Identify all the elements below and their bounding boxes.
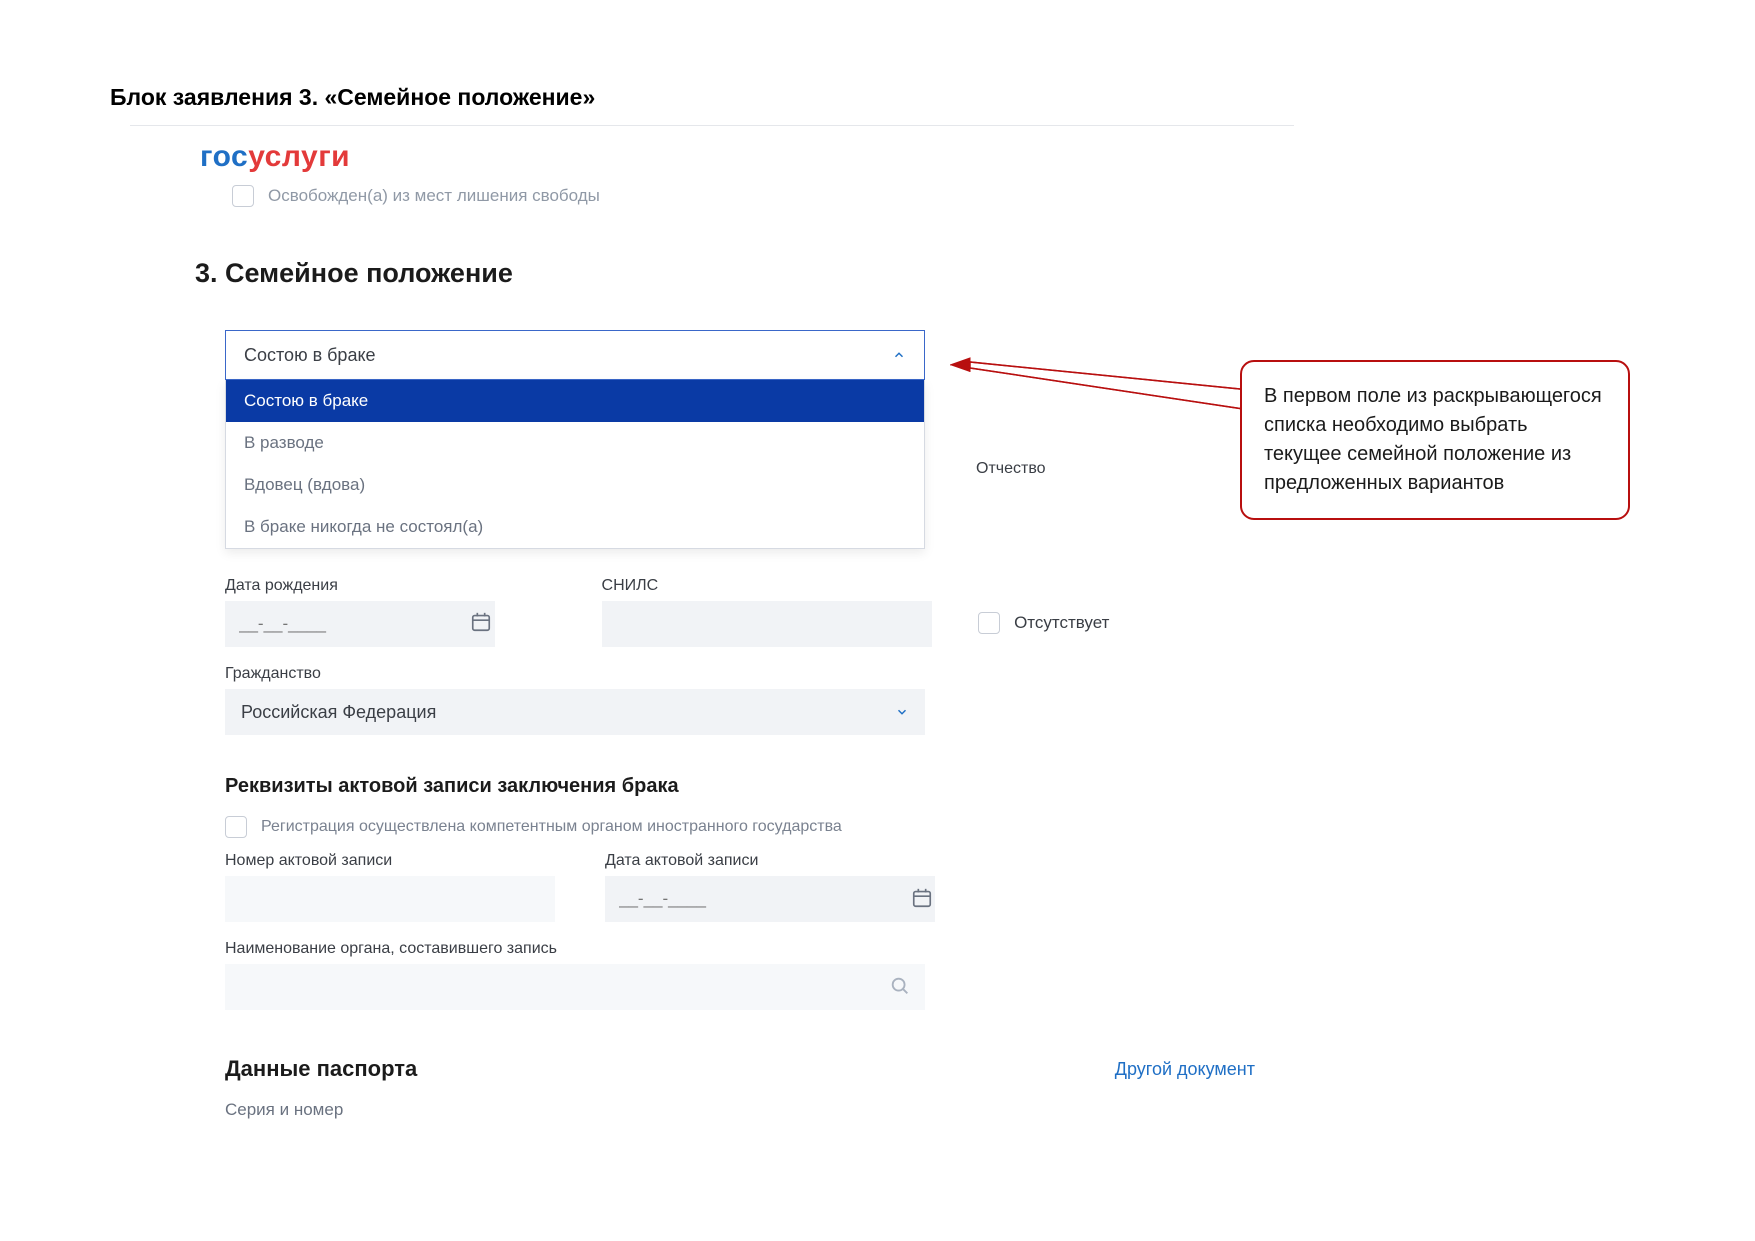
instruction-callout: В первом поле из раскрывающегося списка … [1240,360,1630,520]
gosuslugi-logo: госуслуги [200,140,350,174]
passport-heading: Данные паспорта [225,1056,417,1082]
calendar-icon[interactable] [470,611,492,633]
absent-checkbox-group: Отсутствует [978,577,1275,647]
absent-checkbox[interactable] [978,612,1000,634]
marital-dropdown-header[interactable]: Состою в браке [225,330,925,380]
released-checkbox-row: Освобожден(а) из мест лишения свободы [232,185,600,207]
released-checkbox[interactable] [232,185,254,207]
patronymic-label: Отчество [976,460,1046,478]
released-checkbox-label: Освобожден(а) из мест лишения свободы [268,186,600,206]
citizenship-select[interactable]: Российская Федерация [225,689,925,735]
section-heading: 3. Семейное положение [195,258,513,289]
callout-arrow-icon [950,350,1260,450]
marital-option-widowed[interactable]: Вдовец (вдова) [226,464,924,506]
authority-label: Наименование органа, составившего запись [225,940,1275,958]
record-date-field: Дата актовой записи [605,852,945,922]
record-date-label: Дата актовой записи [605,852,945,870]
search-icon[interactable] [889,975,911,997]
series-label: Серия и номер [225,1100,1275,1120]
dob-label: Дата рождения [225,577,562,595]
citizenship-value: Российская Федерация [241,702,436,723]
record-number-label: Номер актовой записи [225,852,565,870]
record-date-input[interactable] [605,876,935,922]
chevron-down-icon [895,705,909,719]
dob-field: Дата рождения [225,577,562,647]
record-number-field: Номер актовой записи [225,852,565,922]
marriage-record-heading: Реквизиты актовой записи заключения брак… [225,775,1275,798]
marital-dropdown-selected: Состою в браке [244,345,376,366]
marital-status-dropdown[interactable]: Состою в браке Состою в браке В разводе … [225,330,925,549]
marital-dropdown-list: Состою в браке В разводе Вдовец (вдова) … [225,380,925,549]
foreign-registration-checkbox[interactable] [225,816,247,838]
snils-label: СНИЛС [602,577,939,595]
authority-field: Наименование органа, составившего запись [225,940,1275,1010]
authority-input[interactable] [225,964,925,1010]
document-title: Блок заявления 3. «Семейное положение» [110,84,595,111]
marital-option-divorced[interactable]: В разводе [226,422,924,464]
foreign-registration-label: Регистрация осуществлена компетентным ор… [261,818,842,836]
absent-checkbox-label: Отсутствует [1014,613,1109,633]
snils-field: СНИЛС [602,577,939,647]
dob-input[interactable] [225,601,495,647]
passport-heading-row: Данные паспорта Другой документ [225,1056,1255,1082]
chevron-up-icon [892,348,906,362]
foreign-registration-row: Регистрация осуществлена компетентным ор… [225,816,1275,838]
snils-input[interactable] [602,601,932,647]
marital-option-married[interactable]: Состою в браке [226,380,924,422]
marital-option-never[interactable]: В браке никогда не состоял(а) [226,506,924,548]
other-document-link[interactable]: Другой документ [1115,1059,1255,1080]
calendar-icon[interactable] [911,887,933,909]
logo-part-gos: гос [200,140,248,173]
citizenship-label: Гражданство [225,665,925,683]
record-number-input[interactable] [225,876,555,922]
citizenship-field: Гражданство Российская Федерация [225,665,925,735]
logo-part-uslugi: услуги [248,140,350,173]
